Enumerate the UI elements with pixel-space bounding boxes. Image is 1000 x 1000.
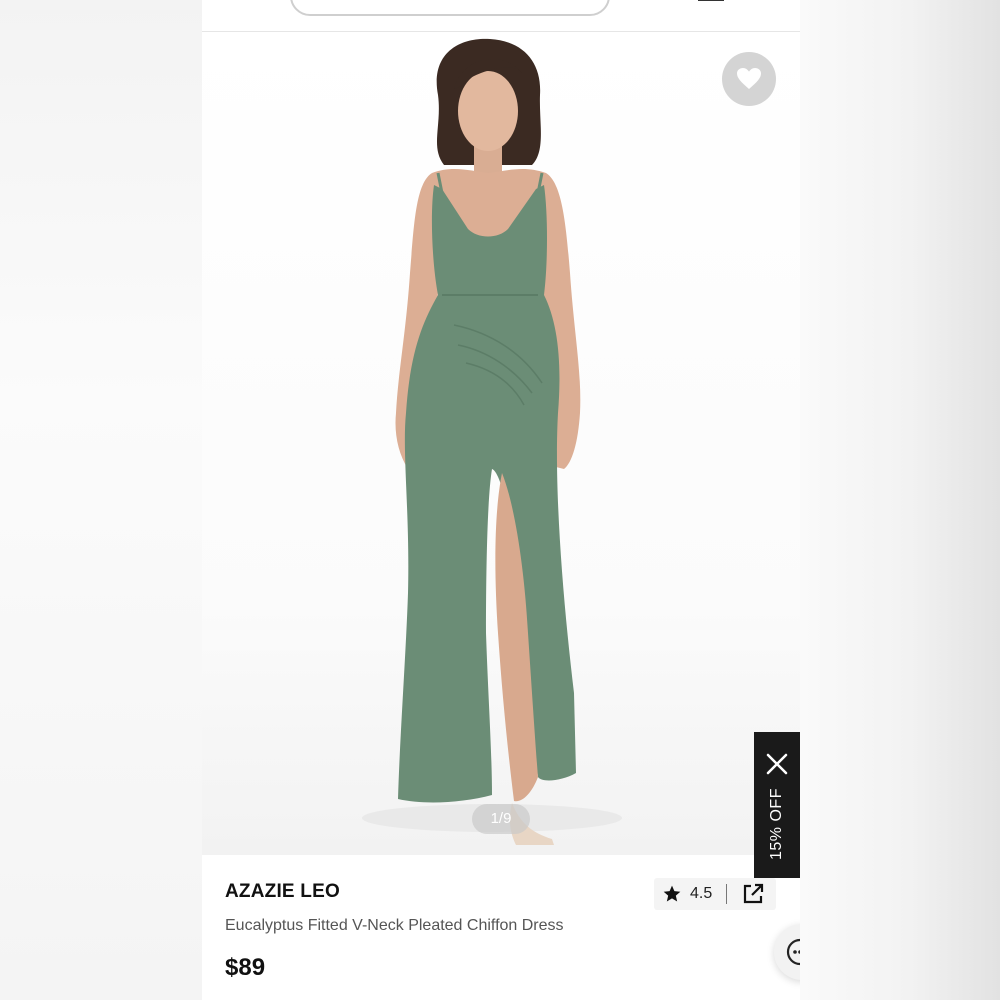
background-left <box>0 0 202 1000</box>
top-bar <box>202 0 800 32</box>
menu-icon[interactable] <box>698 0 724 1</box>
rating-share-bar: 4.5 <box>654 878 776 910</box>
product-title: Eucalyptus Fitted V-Neck Pleated Chiffon… <box>225 917 564 934</box>
share-icon[interactable] <box>741 882 765 906</box>
background-right <box>800 0 1000 1000</box>
search-bar[interactable] <box>290 0 610 16</box>
rating-value[interactable]: 4.5 <box>690 885 712 903</box>
model-photo <box>362 38 622 845</box>
promo-tab[interactable]: 15% OFF <box>754 732 800 878</box>
star-icon <box>663 885 681 902</box>
product-brand: AZAZIE LEO <box>225 881 340 902</box>
product-price: $89 <box>225 954 266 981</box>
product-image[interactable]: 1/9 <box>202 33 800 855</box>
close-icon[interactable] <box>765 752 789 776</box>
product-page: 1/9 15% OFF AZAZIE LEO Eucalyptus Fitted… <box>202 0 800 1000</box>
chat-button[interactable] <box>774 924 800 980</box>
favorite-button[interactable] <box>722 52 776 106</box>
chat-icon <box>786 938 800 966</box>
heart-icon <box>737 68 761 89</box>
divider <box>726 884 728 904</box>
promo-label: 15% OFF <box>768 788 785 860</box>
image-counter: 1/9 <box>472 804 530 834</box>
